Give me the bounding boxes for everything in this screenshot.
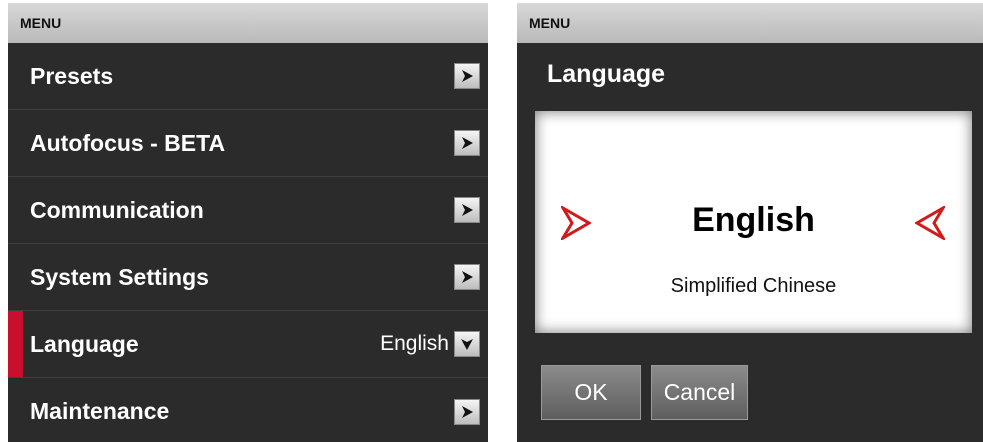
language-dialog: MENU Language English Simplified Chinese… — [517, 3, 983, 442]
chevron-right-icon[interactable] — [454, 130, 480, 156]
arrow-left-icon[interactable] — [913, 203, 948, 245]
menu-item-label: System Settings — [30, 263, 209, 290]
menu-item-label: Presets — [30, 62, 114, 89]
menu-item-system-settings[interactable]: System Settings — [8, 244, 488, 311]
chevron-right-icon[interactable] — [454, 264, 480, 290]
menu-item-communication[interactable]: Communication — [8, 177, 488, 244]
chevron-right-icon[interactable] — [454, 197, 480, 223]
chevron-down-icon[interactable] — [454, 331, 480, 357]
chevron-right-icon[interactable] — [454, 398, 480, 425]
dialog-title: MENU — [517, 3, 983, 43]
language-value: English — [380, 332, 449, 355]
ok-button[interactable]: OK — [541, 365, 641, 420]
menu-item-label: Language — [30, 330, 139, 357]
menu-item-language[interactable]: Language English — [8, 311, 488, 378]
dialog-heading: Language — [547, 60, 666, 88]
cancel-button[interactable]: Cancel — [651, 365, 748, 420]
menu-panel: MENU Presets Autofocus - BETA Communicat… — [8, 3, 488, 442]
menu-item-label: Communication — [30, 196, 204, 223]
menu-item-maintenance[interactable]: Maintenance — [8, 378, 488, 442]
menu-title: MENU — [8, 3, 488, 43]
menu-item-label: Autofocus - BETA — [30, 129, 226, 156]
language-option[interactable]: Simplified Chinese — [535, 275, 972, 298]
selected-language: English — [692, 201, 815, 239]
menu-list: Presets Autofocus - BETA Communication S… — [8, 43, 488, 442]
menu-item-autofocus[interactable]: Autofocus - BETA — [8, 110, 488, 177]
language-picker[interactable]: English Simplified Chinese — [535, 111, 972, 333]
active-indicator — [8, 311, 23, 377]
chevron-right-icon[interactable] — [454, 63, 480, 89]
menu-item-presets[interactable]: Presets — [8, 43, 488, 110]
menu-item-label: Maintenance — [30, 398, 170, 424]
